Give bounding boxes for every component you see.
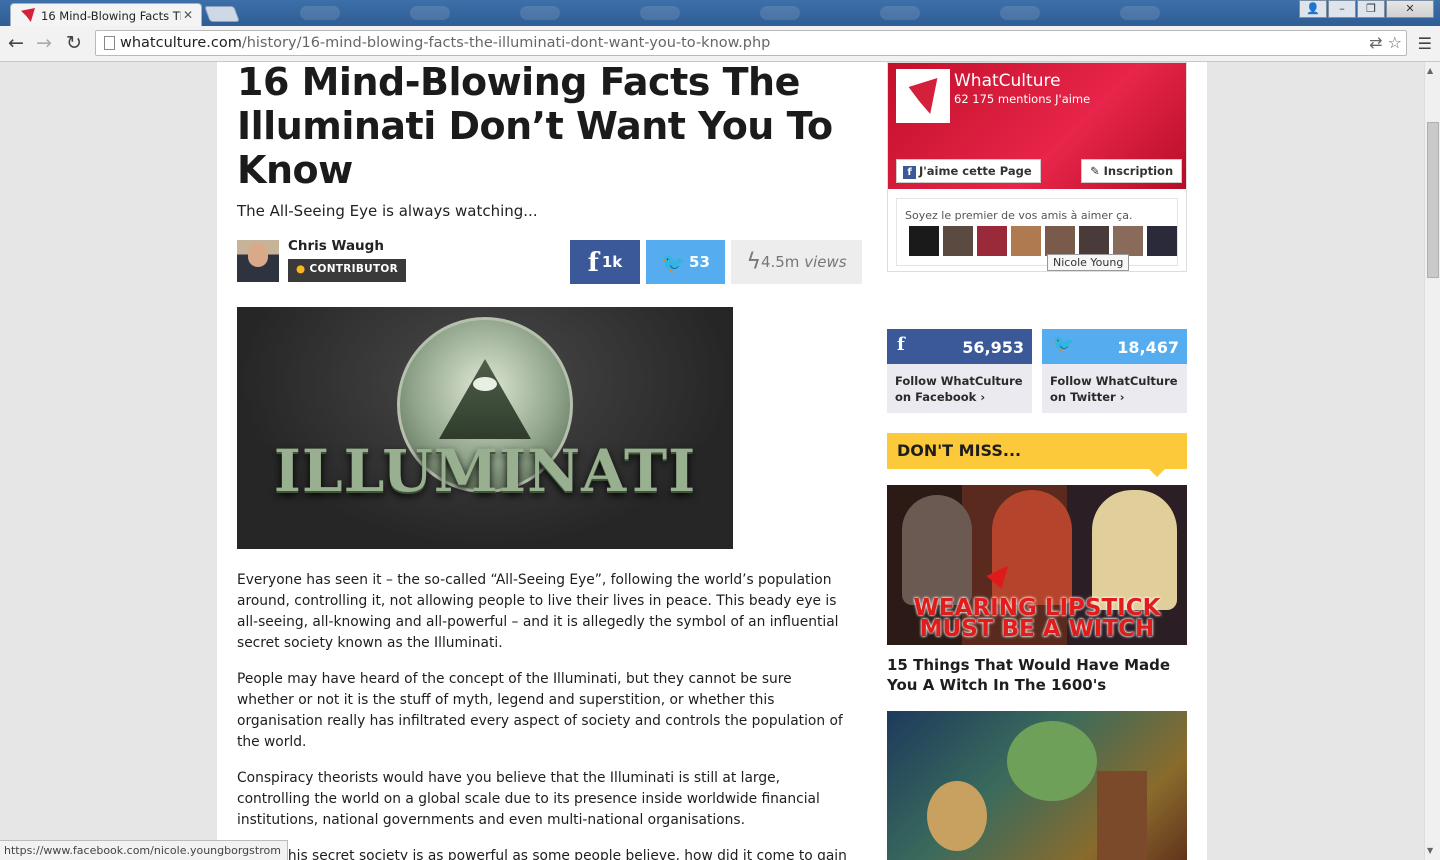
reload-icon[interactable]: ↻ [66, 33, 82, 53]
facebook-page-likes: 62 175 mentions J'aime [954, 92, 1091, 106]
scroll-down-arrow-icon[interactable]: ▼ [1427, 846, 1433, 855]
facebook-friends-text: Soyez le premier de vos amis à aimer ça. [905, 209, 1133, 222]
dont-miss-card-image-2[interactable] [887, 711, 1187, 860]
lightning-icon: ϟ [746, 249, 761, 275]
twitter-follow-box[interactable]: 🐦 18,467 Follow WhatCulture on Twitter › [1042, 329, 1187, 413]
facebook-follow-box[interactable]: f 56,953 Follow WhatCulture on Facebook … [887, 329, 1032, 413]
twitter-follow-link[interactable]: Follow WhatCulture on Twitter › [1050, 373, 1187, 405]
article-body: Everyone has seen it – the so-called “Al… [237, 570, 847, 860]
article-paragraph: Conspiracy theorists would have you beli… [237, 770, 820, 828]
friend-avatar[interactable] [1045, 226, 1075, 256]
dont-miss-card-title[interactable]: 15 Things That Would Have Made You A Wit… [887, 655, 1187, 695]
minimize-button[interactable]: – [1328, 0, 1356, 18]
titlebar-decoration [1120, 6, 1160, 20]
window-titlebar: 16 Mind-Blowing Facts Th ✕ 👤 – ❐ ✕ [0, 0, 1440, 27]
witch-figure-image [992, 490, 1072, 605]
article-title: 16 Mind-Blowing Facts The Illuminati Don… [237, 62, 833, 192]
titlebar-decoration [300, 6, 340, 20]
friend-name-tooltip: Nicole Young [1047, 254, 1130, 271]
new-tab-button[interactable] [204, 6, 240, 22]
card-image-caption: WEARING LIPSTICK MUST BE A WITCH [913, 595, 1161, 642]
witch-figure-image [1092, 490, 1177, 610]
scroll-up-arrow-icon[interactable]: ▲ [1427, 66, 1433, 75]
twitter-bird-icon: 🐦 [661, 250, 687, 275]
dont-miss-card-image[interactable]: WEARING LIPSTICK MUST BE A WITCH [887, 485, 1187, 645]
facebook-follow-header: f 56,953 [887, 329, 1032, 364]
address-bar[interactable]: whatculture.com/history/16-mind-blowing-… [95, 30, 1407, 56]
article-paragraph: But, if this secret society is as powerf… [237, 848, 847, 860]
close-tab-icon[interactable]: ✕ [183, 8, 193, 22]
facebook-follow-link[interactable]: Follow WhatCulture on Facebook › [895, 373, 1032, 405]
views-counter: ϟ4.5m views [731, 240, 862, 284]
status-bar-link: https://www.facebook.com/nicole.youngbor… [0, 840, 288, 860]
browser-toolbar: ← → ↻ whatculture.com/history/16-mind-bl… [0, 26, 1440, 62]
article-paragraph: People may have heard of the concept of … [237, 671, 843, 750]
menu-icon[interactable]: ☰ [1418, 34, 1432, 53]
translate-and-star-icons[interactable]: ⇄ ☆ [1369, 33, 1402, 52]
dont-miss-header: DON'T MISS... [887, 433, 1187, 477]
maximize-button[interactable]: ❐ [1357, 0, 1385, 18]
twitter-follower-count: 18,467 [1117, 338, 1179, 357]
author-avatar[interactable] [237, 240, 279, 282]
scrollbar-thumb[interactable] [1427, 122, 1439, 278]
close-window-button[interactable]: ✕ [1386, 0, 1434, 18]
whatculture-favicon-icon [21, 8, 35, 22]
facebook-widget-header: WhatCulture 62 175 mentions J'aime f J'ai… [888, 63, 1186, 189]
titlebar-decoration [880, 6, 920, 20]
article-subtitle: The All-Seeing Eye is always watching... [237, 202, 538, 220]
friend-avatar[interactable] [909, 226, 939, 256]
titlebar-decoration [640, 6, 680, 20]
titlebar-decoration [410, 6, 450, 20]
window-controls: 👤 – ❐ ✕ [1298, 0, 1434, 18]
friend-avatars [909, 226, 1181, 256]
facebook-signup-button[interactable]: ✎ Inscription [1081, 159, 1183, 183]
twitter-share-button[interactable]: 🐦 53 [646, 240, 725, 284]
friend-avatar[interactable] [1147, 226, 1177, 256]
url-text[interactable]: whatculture.com/history/16-mind-blowing-… [120, 35, 770, 51]
facebook-page-name[interactable]: WhatCulture [954, 71, 1061, 91]
titlebar-decoration [520, 6, 560, 20]
back-arrow-icon[interactable]: ← [8, 33, 24, 53]
twitter-bird-icon: 🐦 [1052, 334, 1075, 355]
facebook-follower-count: 56,953 [962, 338, 1024, 357]
user-icon: ● [296, 263, 306, 275]
friend-avatar[interactable] [977, 226, 1007, 256]
page-scrollbar[interactable]: ▲ ▼ [1424, 62, 1440, 860]
facebook-page-widget: WhatCulture 62 175 mentions J'aime f J'ai… [887, 62, 1187, 272]
facebook-share-button[interactable]: f 1k [570, 240, 640, 284]
user-icon[interactable]: 👤 [1299, 0, 1327, 18]
titlebar-decoration [760, 6, 800, 20]
facebook-icon: f [903, 166, 916, 179]
facebook-like-page-button[interactable]: f J'aime cette Page [896, 159, 1041, 183]
friend-avatar[interactable] [1011, 226, 1041, 256]
titlebar-decoration [1000, 6, 1040, 20]
friend-avatar[interactable] [1079, 226, 1109, 256]
forward-arrow-icon[interactable]: → [36, 33, 52, 53]
facebook-friends-box: Soyez le premier de vos amis à aimer ça.… [896, 198, 1181, 271]
article-paragraph: Everyone has seen it – the so-called “Al… [237, 572, 839, 651]
hero-image: ILLUMINATI [237, 307, 733, 549]
browser-tab[interactable]: 16 Mind-Blowing Facts Th ✕ [10, 3, 202, 27]
painting-figure-image [927, 781, 987, 851]
facebook-icon: f [897, 334, 905, 355]
friend-avatar[interactable] [1113, 226, 1143, 256]
facebook-icon: f [587, 247, 599, 278]
page-content: 16 Mind-Blowing Facts The Illuminati Don… [217, 62, 1207, 860]
painting-figure-image [1007, 721, 1097, 801]
contributor-badge: ● CONTRIBUTOR [288, 259, 407, 282]
tab-title: 16 Mind-Blowing Facts Th [41, 9, 181, 23]
hero-image-text: ILLUMINATI [273, 437, 697, 505]
author-name[interactable]: Chris Waugh [288, 238, 384, 254]
page-icon [104, 36, 115, 50]
all-seeing-eye-image [473, 377, 497, 391]
friend-avatar[interactable] [943, 226, 973, 256]
whatculture-logo[interactable] [896, 69, 950, 123]
painting-figure-image [1097, 771, 1147, 860]
witch-figure-image [902, 495, 972, 605]
twitter-follow-header: 🐦 18,467 [1042, 329, 1187, 364]
web-page: 16 Mind-Blowing Facts The Illuminati Don… [0, 62, 1424, 860]
